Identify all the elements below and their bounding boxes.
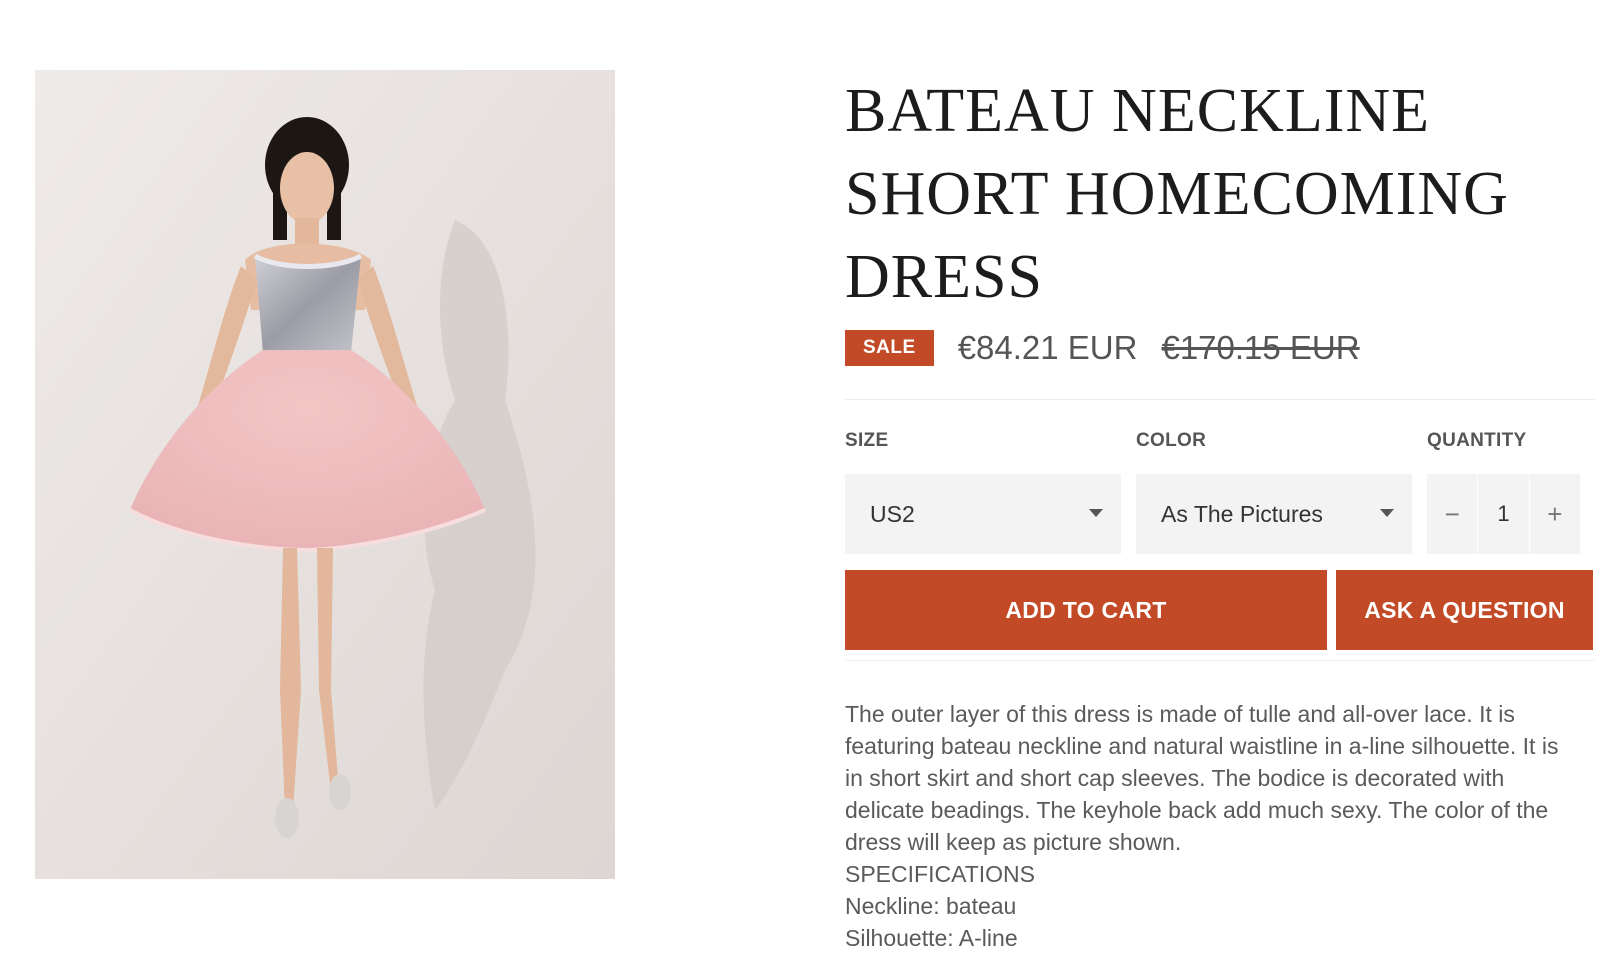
chevron-down-icon [1089, 509, 1103, 517]
ask-question-button[interactable]: ASK A QUESTION [1336, 570, 1593, 650]
dress-photo-illustration [35, 70, 615, 879]
quantity-decrease-button[interactable]: − [1427, 474, 1477, 554]
sale-price: €84.21 EUR [957, 329, 1138, 366]
product-info: BATEAU NECKLINE SHORT HOMECOMING DRESS S… [845, 70, 1595, 954]
spec-silhouette: Silhouette: A-line [845, 925, 1018, 951]
quantity-stepper: − 1 + [1427, 474, 1580, 554]
product-title: BATEAU NECKLINE SHORT HOMECOMING DRESS [845, 77, 1509, 311]
product-options: SIZE COLOR QUANTITY US2 As The Pictures … [845, 400, 1595, 660]
divider [845, 660, 1595, 661]
quantity-label: QUANTITY [1427, 430, 1527, 451]
quantity-increase-button[interactable]: + [1530, 474, 1580, 554]
description-paragraph: The outer layer of this dress is made of… [845, 701, 1559, 855]
size-select[interactable]: US2 [845, 474, 1121, 554]
size-select-value: US2 [870, 500, 915, 527]
price-row: SALE €84.21 EUR €170.15 EUR [845, 323, 1595, 373]
spec-neckline: Neckline: bateau [845, 893, 1017, 919]
compare-at-price: €170.15 EUR [1161, 329, 1360, 366]
product-image[interactable] [35, 70, 615, 879]
product-description: The outer layer of this dress is made of… [845, 698, 1580, 954]
color-select-value: As The Pictures [1161, 500, 1323, 527]
quantity-input[interactable]: 1 [1477, 474, 1530, 554]
color-label: COLOR [1136, 430, 1207, 451]
specifications-heading: SPECIFICATIONS [845, 861, 1035, 887]
sale-badge: SALE [845, 330, 934, 366]
add-to-cart-button[interactable]: ADD TO CART [845, 570, 1327, 650]
size-label: SIZE [845, 430, 889, 451]
color-select[interactable]: As The Pictures [1136, 474, 1412, 554]
chevron-down-icon [1380, 509, 1394, 517]
